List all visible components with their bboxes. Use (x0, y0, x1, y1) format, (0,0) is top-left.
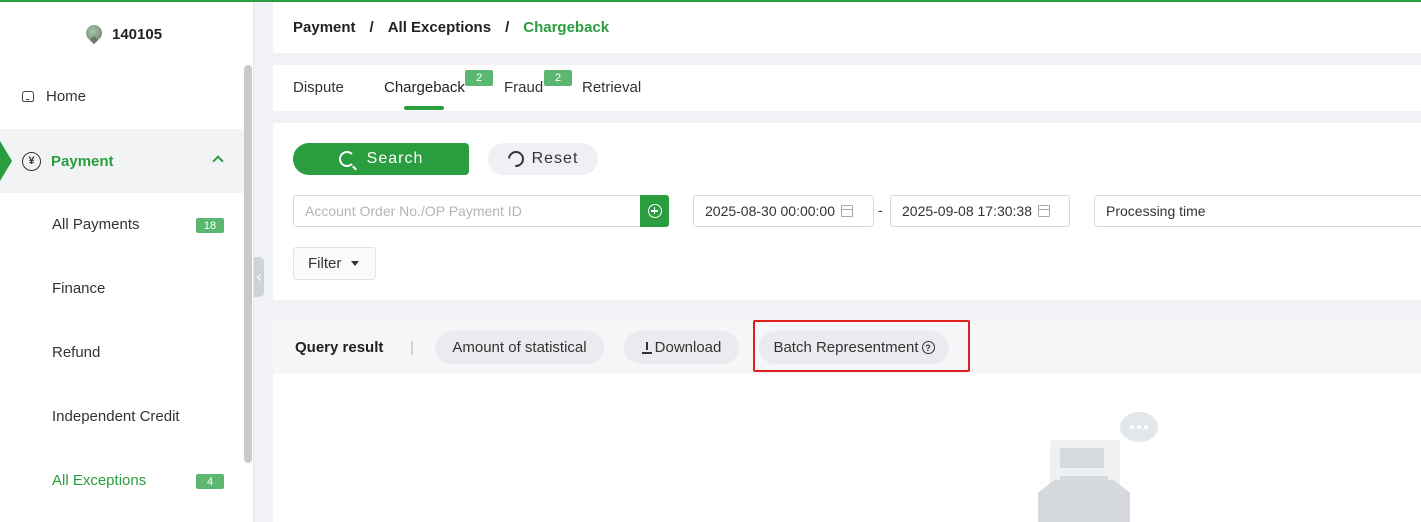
breadcrumb-payment[interactable]: Payment (293, 19, 356, 36)
tab-retrieval[interactable]: Retrieval (582, 79, 641, 96)
sidebar-item-all-payments[interactable]: All Payments (52, 216, 140, 233)
calendar-icon (841, 205, 853, 217)
calendar-icon (1038, 205, 1050, 217)
count-badge: 4 (196, 474, 224, 489)
toolbar-divider: | (410, 339, 414, 356)
start-date-field[interactable]: 2025-08-30 00:00:00 (693, 195, 874, 227)
chevron-up-icon (212, 155, 224, 167)
tab-chargeback[interactable]: Chargeback (384, 79, 465, 96)
result-body (273, 374, 1421, 522)
merchant-id: 140105 (112, 25, 163, 43)
tab-count-badge: 2 (544, 70, 572, 86)
amount-statistical-button[interactable]: Amount of statistical (435, 331, 604, 364)
empty-state-illustration (1030, 410, 1160, 522)
sidebar-scrollbar[interactable] (244, 65, 252, 463)
add-search-condition-button[interactable] (640, 195, 669, 227)
active-indicator (0, 141, 12, 181)
start-date-value: 2025-08-30 00:00:00 (705, 203, 835, 219)
amount-statistical-label: Amount of statistical (452, 339, 587, 356)
end-date-field[interactable]: 2025-09-08 17:30:38 (890, 195, 1070, 227)
breadcrumb-separator: / (505, 19, 510, 36)
merchant-header[interactable]: 140105 (86, 24, 163, 45)
sidebar-item-all-exceptions[interactable]: All Exceptions (52, 472, 146, 489)
inbox-tray-icon (1038, 480, 1130, 522)
yen-icon: ¥ (22, 151, 41, 171)
active-tab-indicator (404, 106, 444, 110)
filter-button-label: Filter (308, 255, 342, 272)
chat-bubble-icon (1120, 412, 1158, 442)
sidebar-item-home[interactable]: Home (0, 64, 244, 128)
search-button-label: Search (366, 150, 424, 167)
time-type-value: Processing time (1106, 203, 1206, 219)
sidebar: 140105 Home ¥ Payment All Payments 18 Fi… (0, 2, 254, 522)
plus-circle-icon (647, 204, 662, 218)
tab-fraud[interactable]: Fraud (504, 79, 543, 96)
download-label: Download (654, 339, 722, 356)
sidebar-item-independent-credit[interactable]: Independent Credit (52, 408, 180, 425)
home-icon (22, 90, 34, 102)
sidebar-item-refund[interactable]: Refund (52, 344, 100, 361)
breadcrumb-all-exceptions[interactable]: All Exceptions (388, 19, 491, 36)
sidebar-item-payment[interactable]: ¥ Payment (0, 129, 244, 193)
date-range-separator: - (878, 202, 883, 218)
filter-button[interactable]: Filter (293, 247, 376, 280)
query-result-title: Query result (295, 339, 384, 356)
reset-icon (504, 147, 527, 171)
chevron-left-icon (256, 273, 264, 281)
location-pin-icon (86, 25, 102, 45)
sidebar-item-label: Home (46, 87, 87, 105)
caret-down-icon (351, 261, 360, 266)
download-icon (641, 341, 652, 354)
reset-button[interactable]: Reset (488, 143, 598, 175)
tab-count-badge: 2 (465, 70, 493, 86)
breadcrumb-separator: / (369, 19, 374, 36)
end-date-value: 2025-09-08 17:30:38 (902, 203, 1032, 219)
count-badge: 18 (196, 218, 224, 233)
reset-button-label: Reset (531, 150, 579, 167)
sidebar-item-finance[interactable]: Finance (52, 280, 105, 297)
order-id-search-input[interactable] (293, 195, 641, 227)
breadcrumb-current: Chargeback (523, 19, 610, 36)
tab-dispute[interactable]: Dispute (293, 79, 344, 96)
highlight-box (753, 320, 970, 372)
search-icon (338, 151, 355, 167)
sidebar-collapse-button[interactable] (254, 257, 264, 297)
download-button[interactable]: Download (624, 331, 739, 364)
tab-bar: Dispute Chargeback 2 Fraud 2 Retrieval (273, 65, 1421, 111)
time-type-select[interactable]: Processing time (1094, 195, 1421, 227)
sidebar-item-label: Payment (51, 152, 114, 170)
breadcrumb: Payment / All Exceptions / Chargeback (273, 2, 1421, 53)
search-button[interactable]: Search (293, 143, 469, 175)
